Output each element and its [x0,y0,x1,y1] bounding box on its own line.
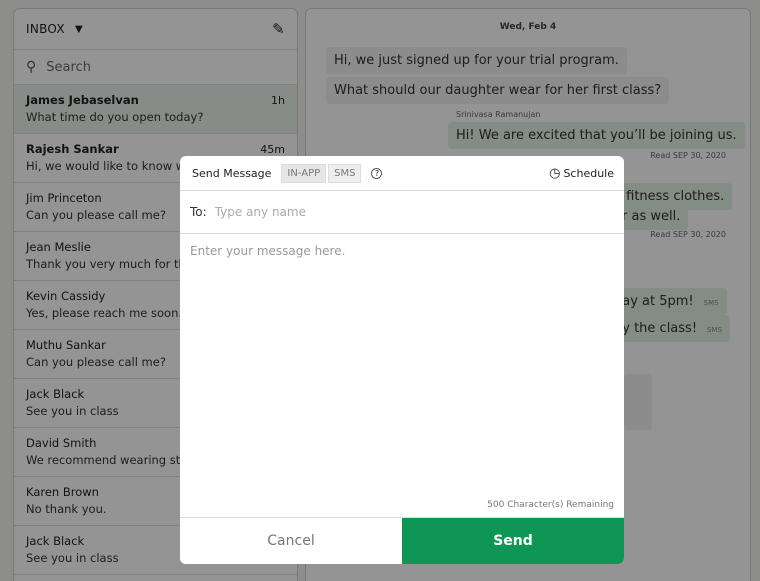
send-button[interactable]: Send [402,518,624,564]
clock-icon: ◷ [549,165,561,181]
schedule-label: Schedule [563,166,614,180]
recipient-row: To: [180,191,624,234]
message-textarea[interactable] [190,244,614,494]
modal-title: Send Message [192,166,272,180]
help-icon[interactable]: ? [371,167,383,179]
schedule-button[interactable]: ◷ Schedule [549,166,614,181]
modal-header: Send Message IN-APP SMS ? ◷ Schedule [180,156,624,191]
cancel-button[interactable]: Cancel [180,518,402,564]
modal-footer: Cancel Send [180,517,624,564]
send-message-modal: Send Message IN-APP SMS ? ◷ Schedule To:… [180,156,624,564]
tab-sms[interactable]: SMS [328,163,362,183]
to-label: To: [190,205,207,219]
character-counter: 500 Character(s) Remaining [487,500,614,510]
recipient-input[interactable] [214,205,614,219]
tab-in-app[interactable]: IN-APP [281,163,327,183]
messaging-screen: INBOX ▼ ✎ ⚲ Search James Jebaselvan What … [0,0,760,581]
